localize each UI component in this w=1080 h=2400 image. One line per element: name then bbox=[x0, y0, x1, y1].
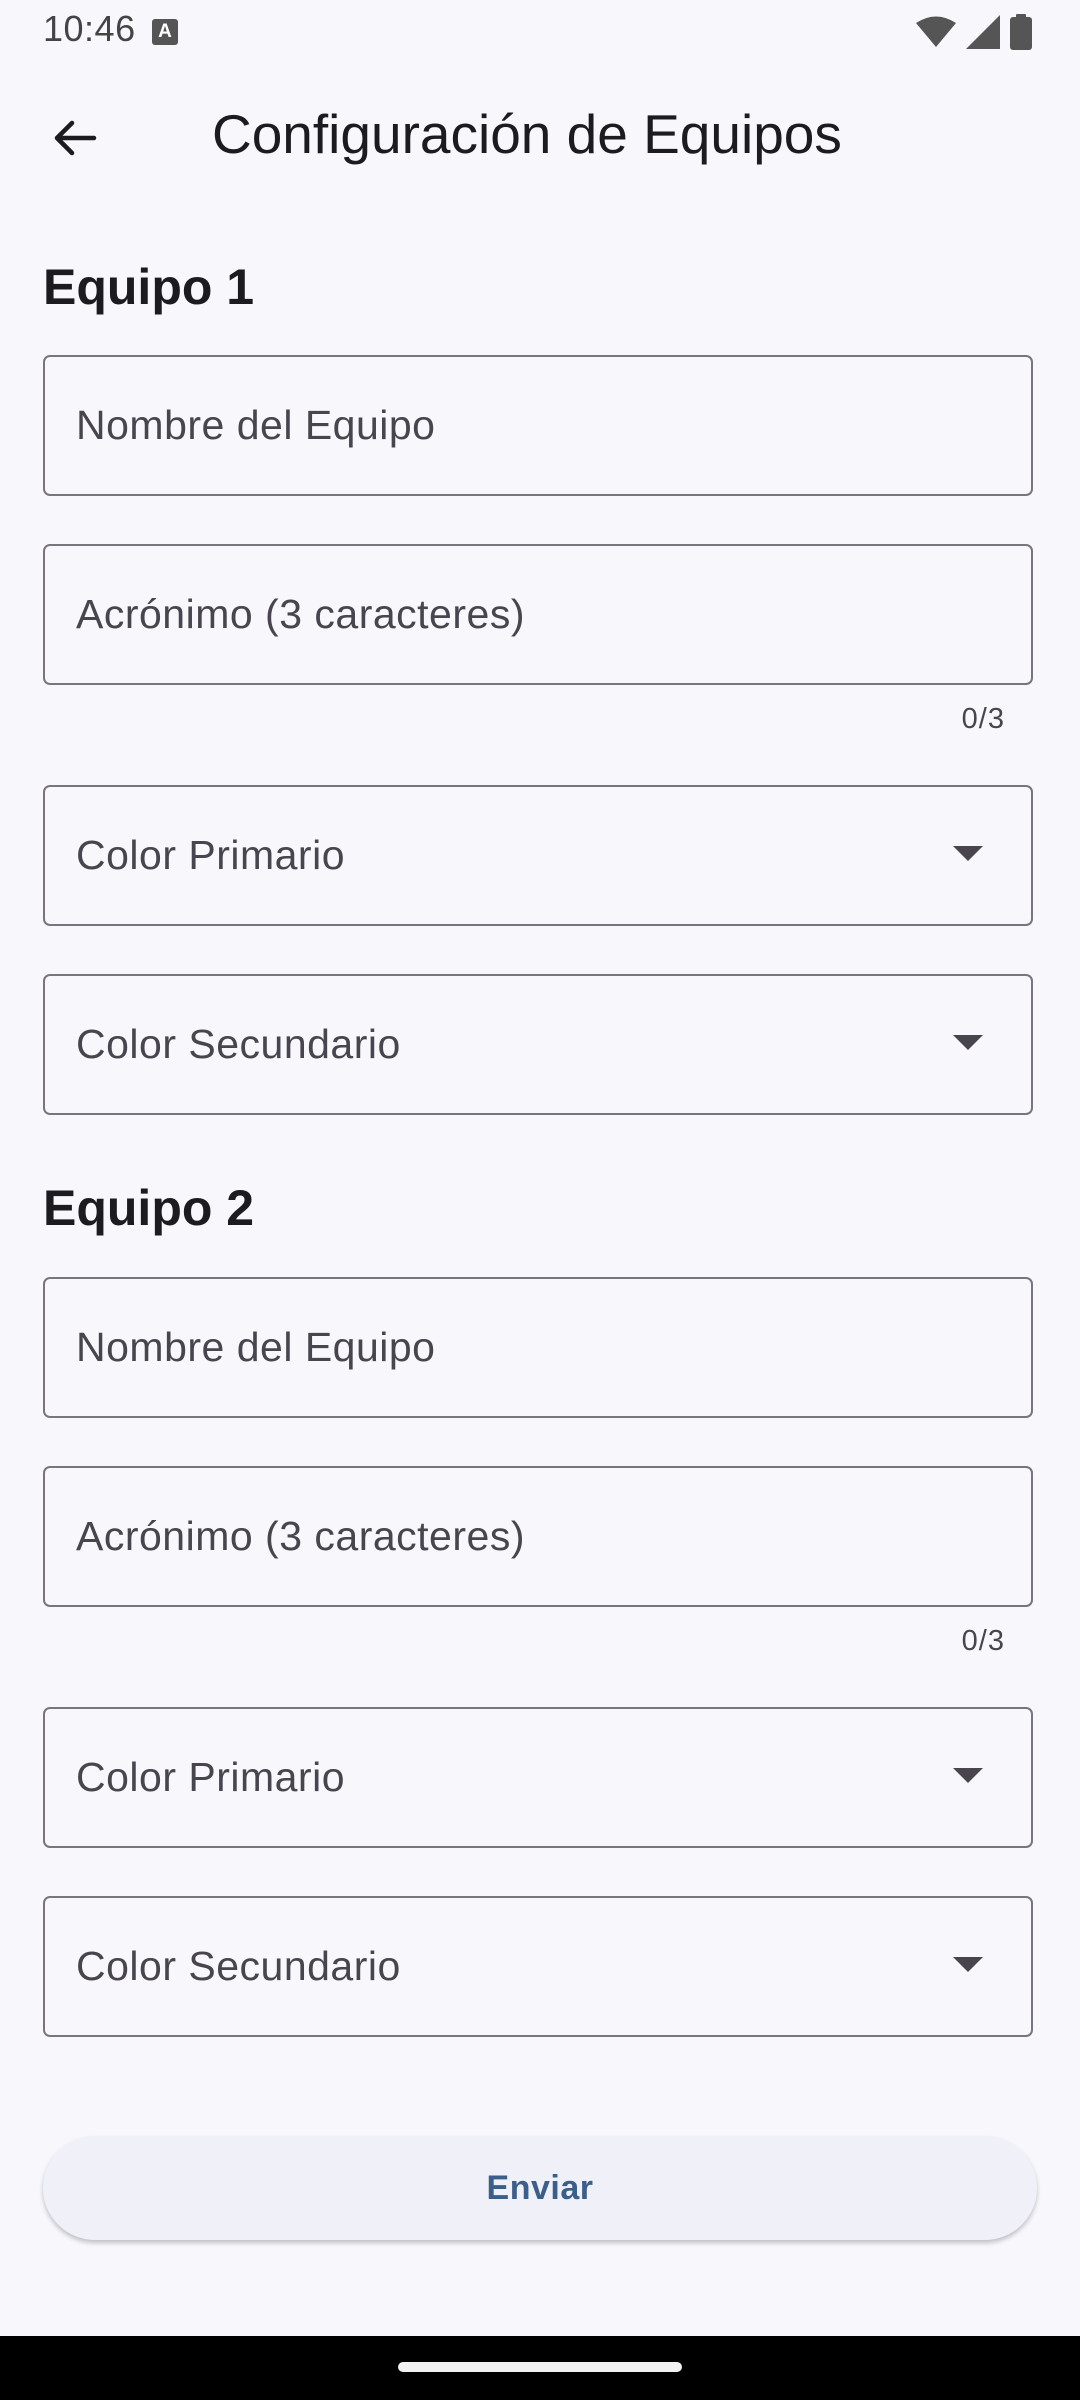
team-2-title: Equipo 2 bbox=[43, 1180, 255, 1236]
back-button[interactable] bbox=[40, 104, 108, 172]
notification-a-icon: A bbox=[152, 19, 178, 45]
page-title: Configuración de Equipos bbox=[212, 103, 842, 165]
team-1-title: Equipo 1 bbox=[43, 259, 255, 315]
team-2-secondary-color-dropdown[interactable]: Color Secundario bbox=[43, 1896, 1033, 2037]
status-time: 10:46 bbox=[43, 8, 136, 49]
dropdown-arrow-icon bbox=[953, 1768, 983, 1783]
team-2-acronym-counter: 0/3 bbox=[961, 1625, 1005, 1657]
app-bar: Configuración de Equipos bbox=[0, 64, 1080, 208]
team-1-acronym-field[interactable]: Acrónimo (3 caracteres) bbox=[43, 544, 1033, 685]
team-1-name-label: Nombre del Equipo bbox=[76, 402, 436, 448]
arrow-back-icon bbox=[54, 120, 97, 156]
status-bar: 10:46 A bbox=[0, 0, 1080, 64]
wifi-icon bbox=[916, 16, 956, 47]
dropdown-arrow-icon bbox=[953, 1035, 983, 1050]
team-1-acronym-label: Acrónimo (3 caracteres) bbox=[76, 591, 525, 637]
battery-icon bbox=[1010, 14, 1032, 50]
team-1-secondary-color-label: Color Secundario bbox=[76, 1021, 401, 1067]
home-indicator[interactable] bbox=[398, 2362, 682, 2372]
team-1-acronym-counter: 0/3 bbox=[961, 703, 1005, 735]
team-2-primary-color-label: Color Primario bbox=[76, 1754, 345, 1800]
team-2-name-label: Nombre del Equipo bbox=[76, 1324, 436, 1370]
team-2-primary-color-dropdown[interactable]: Color Primario bbox=[43, 1707, 1033, 1848]
team-1-name-field[interactable]: Nombre del Equipo bbox=[43, 355, 1033, 496]
team-1-secondary-color-dropdown[interactable]: Color Secundario bbox=[43, 974, 1033, 1115]
team-2-secondary-color-label: Color Secundario bbox=[76, 1943, 401, 1989]
signal-icon bbox=[966, 15, 1000, 49]
dropdown-arrow-icon bbox=[953, 846, 983, 861]
submit-button[interactable]: Enviar bbox=[43, 2136, 1037, 2240]
system-navigation-bar bbox=[0, 2336, 1080, 2400]
team-2-acronym-field[interactable]: Acrónimo (3 caracteres) bbox=[43, 1466, 1033, 1607]
team-2-acronym-label: Acrónimo (3 caracteres) bbox=[76, 1513, 525, 1559]
status-icons bbox=[916, 12, 1032, 52]
team-1-primary-color-label: Color Primario bbox=[76, 832, 345, 878]
dropdown-arrow-icon bbox=[953, 1957, 983, 1972]
team-2-name-field[interactable]: Nombre del Equipo bbox=[43, 1277, 1033, 1418]
team-1-primary-color-dropdown[interactable]: Color Primario bbox=[43, 785, 1033, 926]
